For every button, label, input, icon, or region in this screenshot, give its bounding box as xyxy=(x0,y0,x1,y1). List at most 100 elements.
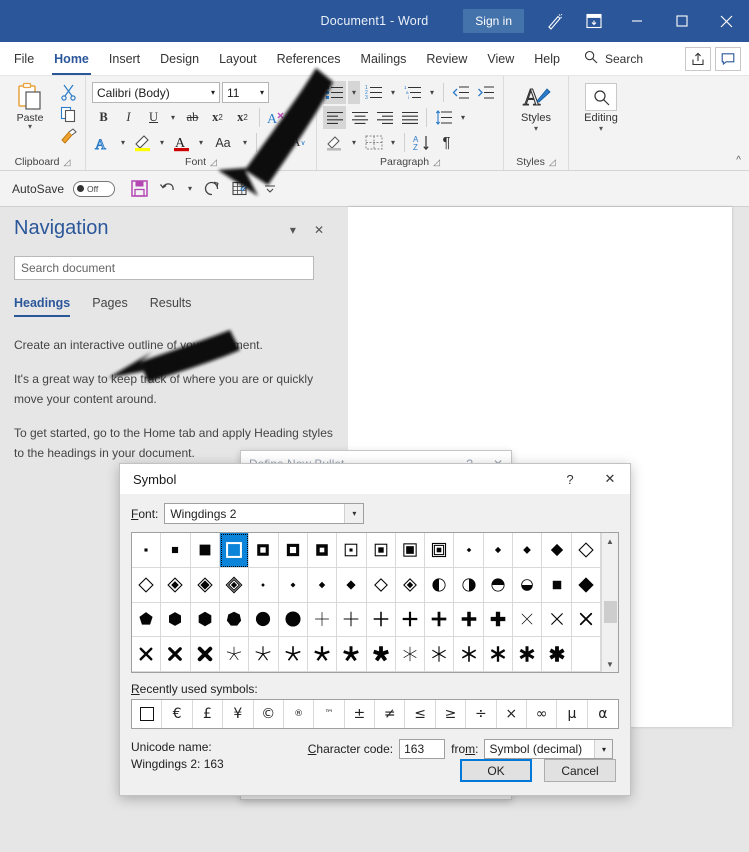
italic-icon[interactable]: I xyxy=(117,106,140,129)
search-box[interactable]: Search xyxy=(584,42,643,75)
borders-icon[interactable] xyxy=(362,131,385,154)
align-right-icon[interactable] xyxy=(373,106,396,129)
symbol-cell[interactable] xyxy=(307,533,338,568)
increase-indent-icon[interactable] xyxy=(474,81,497,104)
symbol-cell[interactable] xyxy=(219,567,250,603)
symbol-cell[interactable] xyxy=(337,602,367,638)
symbol-cell[interactable] xyxy=(278,602,308,638)
symbol-cell[interactable] xyxy=(366,567,396,603)
recently-used-symbol[interactable] xyxy=(132,700,163,728)
symbol-cell[interactable] xyxy=(249,567,279,603)
recently-used-symbol[interactable]: € xyxy=(162,700,193,728)
tab-layout[interactable]: Layout xyxy=(209,42,267,75)
recently-used-symbol[interactable]: ≤ xyxy=(405,700,436,728)
text-effects-chevron-down-icon[interactable]: ▾ xyxy=(117,131,129,154)
change-case-icon[interactable]: Aa xyxy=(209,131,237,154)
symbol-cell[interactable] xyxy=(425,567,455,603)
recently-used-symbol[interactable]: © xyxy=(254,700,284,728)
symbol-cell[interactable] xyxy=(454,602,484,638)
symbol-cell[interactable] xyxy=(161,637,191,672)
symbol-cell[interactable] xyxy=(278,567,308,603)
underline-icon[interactable]: U xyxy=(142,106,165,129)
recently-used-symbol[interactable]: ™ xyxy=(314,700,345,728)
line-spacing-icon[interactable] xyxy=(432,106,455,129)
strikethrough-icon[interactable]: ab xyxy=(181,106,204,129)
font-color-chevron-down-icon[interactable]: ▾ xyxy=(195,131,207,154)
symbol-cell[interactable] xyxy=(249,602,279,638)
line-spacing-chevron-down-icon[interactable]: ▾ xyxy=(457,106,469,129)
symbol-cell[interactable] xyxy=(366,602,396,638)
paragraph-dialog-launcher-icon[interactable]: ◿ xyxy=(433,157,440,168)
align-center-icon[interactable] xyxy=(348,106,371,129)
symbol-cell[interactable] xyxy=(513,602,543,638)
symbol-font-select[interactable]: Wingdings 2 ▾ xyxy=(164,503,365,524)
recently-used-symbol[interactable]: × xyxy=(497,700,527,728)
symbol-cell[interactable] xyxy=(249,533,279,568)
bullets-chevron-down-icon[interactable]: ▾ xyxy=(348,81,360,104)
styles-button[interactable]: A Styles ▾ xyxy=(510,80,562,132)
styles-dialog-launcher-icon[interactable]: ◿ xyxy=(549,157,556,168)
symbol-cell[interactable] xyxy=(571,533,601,568)
font-size-input[interactable]: 11 ▾ xyxy=(222,82,269,103)
font-name-chevron-down-icon[interactable]: ▾ xyxy=(211,88,215,97)
from-chevron-down-icon[interactable]: ▾ xyxy=(594,740,613,758)
symbol-cell[interactable] xyxy=(542,533,572,568)
recently-used-symbol[interactable]: μ xyxy=(557,700,588,728)
font-name-input[interactable]: Calibri (Body) ▾ xyxy=(92,82,220,103)
symbol-cell[interactable] xyxy=(483,533,514,568)
symbol-cell[interactable] xyxy=(425,602,455,638)
symbol-cell[interactable] xyxy=(190,533,220,568)
symbol-cell[interactable] xyxy=(337,567,367,603)
recently-used-grid[interactable]: € £ ¥ © ® ™ ± ≠ ≤ ≥ ÷ × ∞ μ α xyxy=(131,699,619,729)
symbol-cell[interactable] xyxy=(513,533,543,568)
symbol-cell[interactable] xyxy=(219,602,250,638)
navigation-close-icon[interactable]: ✕ xyxy=(314,223,324,237)
numbering-icon[interactable]: 123 xyxy=(362,81,385,104)
symbol-cell[interactable] xyxy=(542,567,572,603)
clipboard-dialog-launcher-icon[interactable]: ◿ xyxy=(64,157,71,168)
superscript-icon[interactable]: x2 xyxy=(231,106,254,129)
symbol-cell[interactable] xyxy=(454,637,484,672)
symbol-cell[interactable] xyxy=(161,602,191,638)
undo-icon[interactable] xyxy=(155,176,181,202)
symbol-grid-scrollbar[interactable]: ▲ ▼ xyxy=(601,533,618,672)
symbol-cell[interactable] xyxy=(571,602,601,638)
symbol-cell[interactable] xyxy=(337,533,367,568)
symbol-cell[interactable] xyxy=(366,637,396,672)
font-size-chevron-down-icon[interactable]: ▾ xyxy=(260,88,264,97)
symbol-cell[interactable] xyxy=(454,533,484,568)
symbol-dialog-help-icon[interactable]: ? xyxy=(550,464,590,494)
symbol-cell[interactable] xyxy=(513,637,543,672)
tab-file[interactable]: File xyxy=(0,42,44,75)
clear-formatting-icon[interactable]: A xyxy=(265,106,288,129)
symbol-cell[interactable] xyxy=(337,637,367,672)
justify-icon[interactable] xyxy=(398,106,421,129)
share-button[interactable] xyxy=(685,46,711,71)
symbol-scroll-up-icon[interactable]: ▲ xyxy=(602,533,619,549)
autosave-toggle[interactable]: Off xyxy=(73,180,116,197)
sort-icon[interactable]: AZ xyxy=(410,131,433,154)
close-button[interactable] xyxy=(704,0,749,42)
symbol-cell-selected[interactable] xyxy=(219,533,250,568)
symbol-cell[interactable] xyxy=(190,637,220,672)
numbering-chevron-down-icon[interactable]: ▾ xyxy=(387,81,399,104)
tab-review[interactable]: Review xyxy=(416,42,477,75)
character-code-input[interactable]: 163 xyxy=(399,739,446,759)
recently-used-symbol[interactable]: α xyxy=(588,700,618,728)
symbol-cell[interactable] xyxy=(249,637,279,672)
text-highlight-color-icon[interactable] xyxy=(131,131,154,154)
multilevel-chevron-down-icon[interactable]: ▾ xyxy=(426,81,438,104)
navigation-search-input[interactable]: Search document xyxy=(14,256,314,280)
redo-icon[interactable] xyxy=(199,176,225,202)
recently-used-symbol[interactable]: ÷ xyxy=(466,700,497,728)
font-dialog-launcher-icon[interactable]: ◿ xyxy=(210,157,217,168)
symbol-cell[interactable] xyxy=(190,602,220,638)
symbol-cell[interactable] xyxy=(132,602,162,638)
from-select[interactable]: Symbol (decimal) ▾ xyxy=(484,739,614,759)
symbol-cell[interactable] xyxy=(542,602,572,638)
show-formatting-marks-icon[interactable]: ¶ xyxy=(435,131,458,154)
tab-references[interactable]: References xyxy=(267,42,351,75)
subscript-icon[interactable]: x2 xyxy=(206,106,229,129)
maximize-button[interactable] xyxy=(659,0,704,42)
navigation-tab-pages[interactable]: Pages xyxy=(92,296,127,317)
